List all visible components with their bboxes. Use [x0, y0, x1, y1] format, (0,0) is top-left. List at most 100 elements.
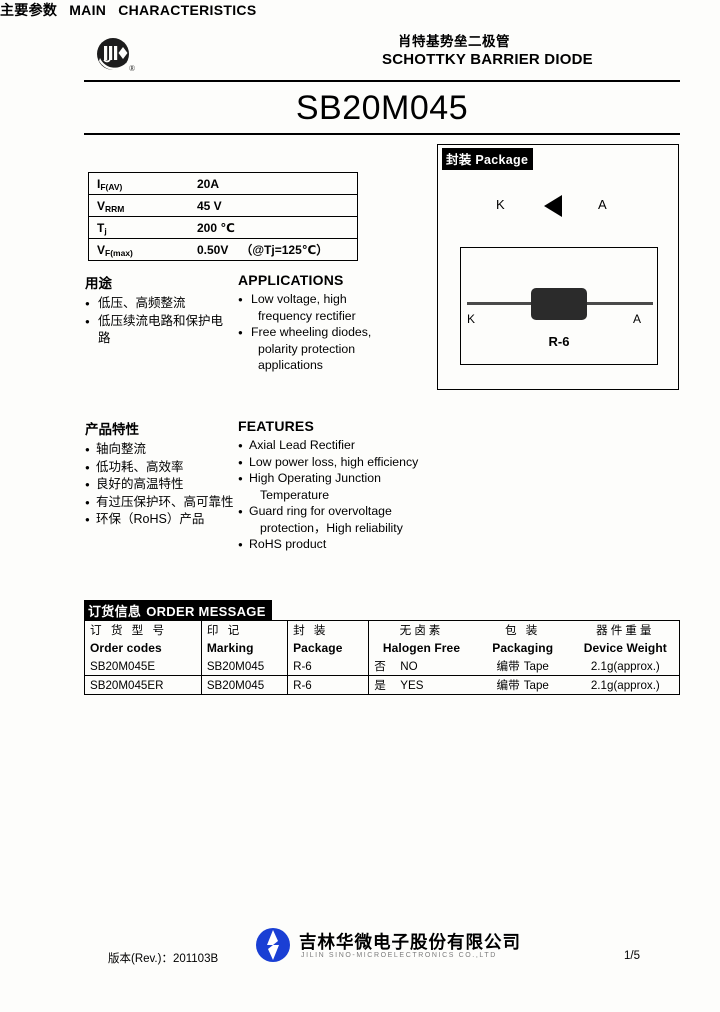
char-value: 20A — [197, 176, 220, 191]
char-symbol-cell: IF(AV) — [89, 173, 193, 195]
datasheet-page: ® 肖特基势垒二极管 SCHOTTKY BARRIER DIODE SB20M0… — [0, 0, 720, 1012]
table-row: IF(AV) 20A — [89, 173, 357, 195]
main-characteristics-heading-cn: 主要参数 — [0, 2, 58, 18]
cell-marking: SB20M045 — [200, 675, 289, 695]
list-item: Guard ring for overvoltage — [238, 503, 438, 520]
photo-cathode-label: K — [467, 312, 476, 326]
list-item: frequency rectifier — [258, 308, 356, 323]
cell-order-code: SB20M045E — [84, 657, 202, 676]
table-row: VF(max) 0.50V （@Tj=125℃） — [89, 239, 357, 261]
main-characteristics-heading-en2: CHARACTERISTICS — [118, 2, 257, 18]
package-code: R-6 — [548, 334, 570, 349]
table-row: SB20M045ER SB20M045 R-6 是 YES 编带 Tape 2.1g… — [84, 675, 680, 695]
halogen-free-en: NO — [400, 660, 418, 673]
cell-halogen-free: 是 YES — [368, 675, 474, 695]
page-title: SB20M045 — [295, 89, 469, 127]
cell-device-weight: 2.1g(approx.) — [571, 675, 680, 695]
col-header-package: Package — [287, 639, 370, 657]
list-item: protection，High reliability — [260, 520, 403, 535]
col-header-marking: Marking — [200, 639, 289, 657]
col-header-packaging: Packaging — [492, 641, 554, 655]
list-item: 低功耗、高效率 — [85, 459, 235, 477]
col-header-order-codes: Order codes — [84, 639, 202, 657]
applications-list-cn: 低压、高频整流 低压续流电路和保护电 路 — [85, 295, 230, 348]
list-item: 轴向整流 — [85, 441, 235, 459]
char-subscript: F(max) — [105, 247, 133, 258]
cell-halogen-free: 否 NO — [368, 657, 474, 676]
list-item: 环保（RoHS）产品 — [85, 511, 235, 529]
order-message-heading-en: ORDER MESSAGE — [146, 604, 266, 619]
table-row: SB20M045E SB20M045 R-6 否 NO 编带 Tape 2.1g(a… — [84, 657, 680, 676]
list-item: 低压续流电路和保护电 — [85, 313, 230, 331]
list-item: 有过压保护环、高可靠性 — [85, 494, 235, 512]
photo-anode-label: A — [633, 312, 642, 326]
diode-schematic-symbol: K A — [438, 189, 678, 229]
features-block-en: FEATURES Axial Lead Rectifier Low power … — [238, 418, 438, 553]
diode-lead-right — [577, 302, 653, 305]
cell-package: R-6 — [287, 657, 370, 676]
table-row: Tj 200 ℃ — [89, 216, 357, 239]
halogen-free-cn: 是 — [374, 679, 386, 692]
char-value: 200 ℃ — [197, 220, 235, 235]
svg-text:®: ® — [129, 64, 135, 73]
features-list-en: Axial Lead Rectifier Low power loss, hig… — [238, 437, 438, 553]
symbol-anode-label: A — [598, 197, 607, 212]
char-value-cell: 200 ℃ — [193, 216, 357, 239]
list-item: Free wheeling diodes, — [238, 324, 373, 341]
char-symbol: V — [97, 198, 106, 213]
list-item: 路 — [98, 331, 111, 345]
list-item: Temperature — [260, 487, 330, 502]
table-row: VRRM 45 V — [89, 194, 357, 217]
list-item: polarity protection — [258, 341, 356, 356]
col-header-cn-package: 封 装 — [287, 620, 370, 639]
char-symbol-cell: Tj — [89, 216, 193, 239]
main-characteristics-heading-en1: MAIN — [69, 2, 107, 18]
package-label: 封装 Package — [442, 148, 534, 170]
main-characteristics-table: IF(AV) 20A VRRM 45 V Tj 200 ℃ VF(max) 0.… — [88, 172, 358, 261]
col-header-device-weight: Device Weight — [571, 639, 680, 657]
applications-title-en: APPLICATIONS — [238, 272, 344, 288]
header-title-group: 肖特基势垒二极管 SCHOTTKY BARRIER DIODE — [382, 34, 672, 69]
features-title-cn: 产品特性 — [85, 422, 139, 437]
list-item: 低压、高频整流 — [85, 295, 230, 313]
list-item: 良好的高温特性 — [85, 476, 235, 494]
header-rule-top — [84, 80, 680, 82]
cell-order-code: SB20M045ER — [84, 675, 202, 695]
applications-title-cn: 用途 — [85, 276, 112, 291]
packaging-en: Tape — [523, 660, 549, 673]
halogen-free-cn: 否 — [374, 660, 386, 673]
list-item: Low voltage, high — [238, 291, 373, 308]
char-value-cell: 0.50V （@Tj=125℃） — [193, 239, 357, 261]
col-header-halogen-free: Halogen Free — [368, 639, 474, 657]
revision-text: 版本(Rev.)：201103B — [108, 953, 219, 965]
company-name-cn: 吉林华微电子股份有限公司 — [299, 932, 521, 952]
company-name-en: JILIN SINO-MICROELECTRONICS CO.,LTD — [301, 952, 497, 959]
char-symbol-cell: VF(max) — [89, 239, 193, 261]
features-block-cn: 产品特性 轴向整流 低功耗、高效率 良好的高温特性 有过压保护环、高可靠性 环保… — [85, 418, 235, 529]
package-photo-box: K A R-6 — [460, 247, 658, 365]
table-header-row-en: Order codes Marking Package Halogen Free… — [84, 639, 680, 657]
order-message-table: 订 货 型 号 印 记 封 装 无卤素 包 装 器件重量 Order codes… — [84, 620, 680, 695]
applications-block-en: APPLICATIONS Low voltage, high frequency… — [238, 272, 373, 374]
packaging-cn: 编带 — [496, 660, 520, 673]
char-value-cell: 20A — [193, 173, 357, 195]
char-value: 45 V — [197, 198, 222, 213]
table-header-row-cn: 订 货 型 号 印 记 封 装 无卤素 包 装 器件重量 — [84, 620, 680, 639]
list-item: Low power loss, high efficiency — [238, 454, 438, 471]
diode-body — [531, 288, 587, 320]
package-label-cn: 封装 — [446, 153, 472, 167]
company-logo: 吉林华微电子股份有限公司 JILIN SINO-MICROELECTRONICS… — [255, 925, 520, 967]
col-header-cn-device-weight: 器件重量 — [571, 620, 680, 639]
page-header: ® 肖特基势垒二极管 SCHOTTKY BARRIER DIODE — [84, 34, 680, 82]
cell-marking: SB20M045 — [200, 657, 289, 676]
package-panel: 封装 Package K A K A R-6 — [437, 144, 679, 390]
order-message-heading: 订货信息 ORDER MESSAGE — [84, 600, 272, 622]
col-header-cn-packaging: 包 装 — [473, 620, 572, 639]
char-condition: （@Tj=125℃） — [240, 243, 329, 257]
list-item: High Operating Junction — [238, 470, 438, 487]
halogen-free-en: YES — [400, 679, 424, 692]
cell-device-weight: 2.1g(approx.) — [571, 657, 680, 676]
symbol-cathode-label: K — [496, 197, 505, 212]
cell-packaging: 编带 Tape — [473, 657, 572, 676]
char-symbol-cell: VRRM — [89, 194, 193, 217]
